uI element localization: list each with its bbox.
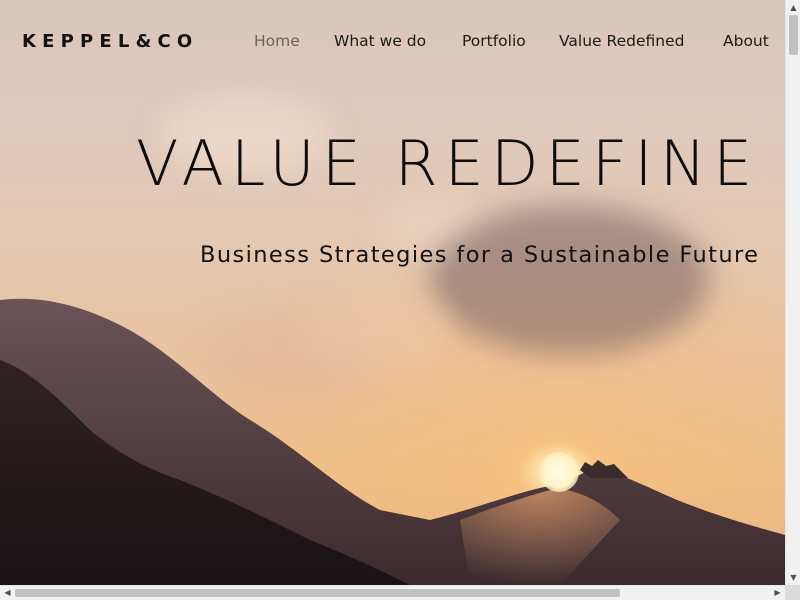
- vertical-scroll-thumb[interactable]: [789, 15, 798, 55]
- site-header: KEPPEL&CO Home What we do Portfolio Valu…: [0, 0, 785, 86]
- scroll-down-arrow-icon[interactable]: ▼: [786, 570, 800, 585]
- horizontal-scroll-thumb[interactable]: [15, 589, 620, 597]
- nav-link-home[interactable]: Home: [254, 32, 300, 50]
- hero-title: VALUE REDEFINE: [136, 127, 760, 200]
- scrollbar-corner: [785, 585, 800, 600]
- nav-link-what-we-do[interactable]: What we do: [334, 32, 426, 50]
- mountain-silhouette: [0, 298, 785, 585]
- scroll-up-arrow-icon[interactable]: ▲: [786, 0, 800, 15]
- site-logo[interactable]: KEPPEL&CO: [22, 31, 198, 52]
- horizontal-scrollbar[interactable]: ◀ ▶: [0, 585, 785, 600]
- scroll-right-arrow-icon[interactable]: ▶: [770, 586, 785, 600]
- scroll-left-arrow-icon[interactable]: ◀: [0, 586, 15, 600]
- nav-link-value-redefined[interactable]: Value Redefined: [559, 32, 684, 50]
- nav-link-portfolio[interactable]: Portfolio: [462, 32, 526, 50]
- hero-subtitle: Business Strategies for a Sustainable Fu…: [200, 242, 760, 268]
- hero-background-image: [0, 0, 785, 585]
- page-viewport: KEPPEL&CO Home What we do Portfolio Valu…: [0, 0, 785, 585]
- sun: [539, 452, 579, 492]
- nav-link-about[interactable]: About: [723, 32, 769, 50]
- vertical-scrollbar[interactable]: ▲ ▼: [785, 0, 800, 585]
